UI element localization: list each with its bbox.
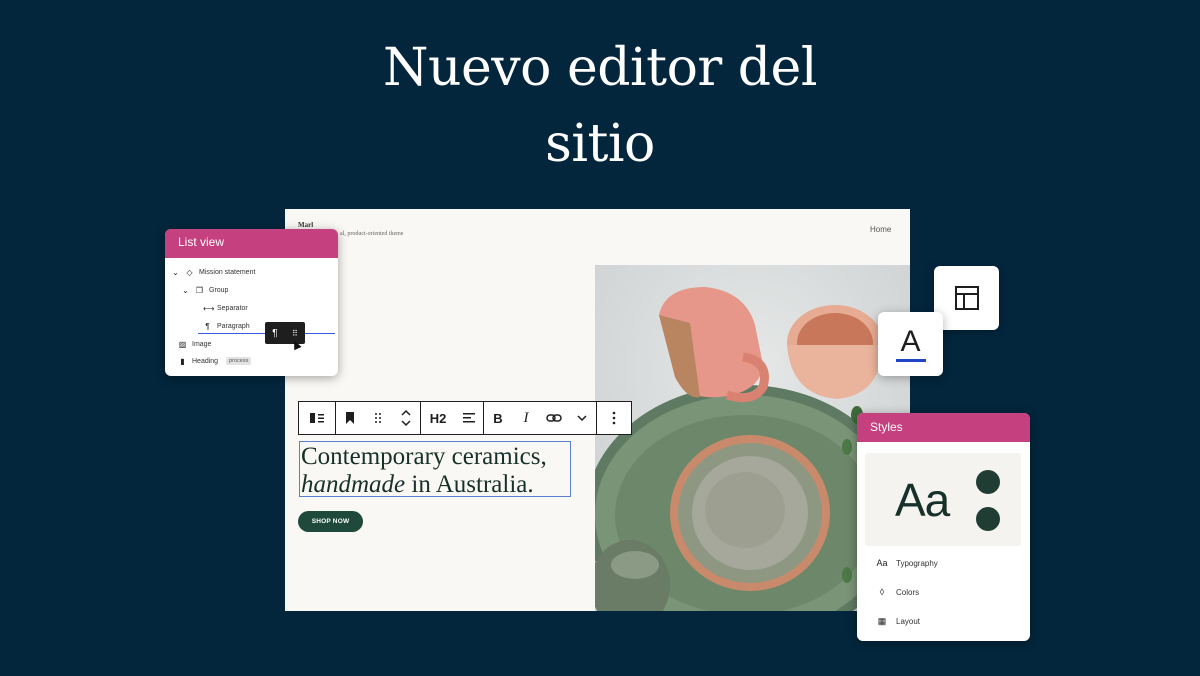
italic-button[interactable]: I — [512, 402, 540, 434]
toolbar-group-block — [336, 402, 421, 434]
typography-tile[interactable]: A — [878, 312, 943, 376]
color-swatch — [976, 470, 1000, 494]
separator-icon: ⟷ — [203, 303, 215, 313]
block-toolbar: H2 B I — [298, 401, 632, 435]
move-up-down-icon[interactable] — [392, 402, 420, 434]
bookmark-icon[interactable] — [336, 402, 364, 434]
list-item[interactable]: ▮ Heading process — [178, 355, 252, 367]
toolbar-group-parent — [299, 402, 336, 434]
color-swatch — [976, 507, 1000, 531]
styles-item-label: Layout — [896, 617, 921, 626]
chevron-down-icon[interactable]: ⌄ — [181, 286, 190, 295]
layout-icon — [954, 286, 979, 310]
options-kebab-icon[interactable] — [597, 402, 631, 434]
list-item-label: Separator — [217, 304, 248, 312]
hero-line-2: handmade in Australia. — [301, 471, 570, 499]
hero-line-2-rest: in Australia. — [405, 471, 534, 498]
list-item-label: Heading — [192, 357, 219, 365]
image-icon: ▨ — [178, 339, 187, 349]
preview-text: Aa — [895, 474, 950, 526]
headline-line-1: Nuevo editor del — [383, 38, 817, 98]
styles-item-colors[interactable]: ◊ Colors — [876, 587, 919, 597]
hero-italic-word: handmade — [301, 471, 406, 498]
styles-title: Styles — [857, 413, 1030, 442]
typography-letter: A — [900, 324, 921, 358]
more-formats-chevron-icon[interactable] — [568, 402, 596, 434]
link-icon[interactable] — [540, 402, 568, 434]
site-tagline: al, product-oriented theme — [340, 231, 404, 237]
style-preview[interactable]: Aa — [865, 453, 1021, 546]
styles-item-label: Typography — [896, 558, 938, 568]
select-parent-icon[interactable] — [299, 402, 335, 434]
bookmark-icon: ▮ — [180, 356, 185, 366]
list-item[interactable]: ▨ Image — [178, 338, 212, 350]
bold-button[interactable]: B — [484, 402, 512, 434]
headline: Nuevo editor del sitio — [0, 30, 1200, 182]
styles-item-layout[interactable]: ▦ Layout — [876, 616, 920, 627]
site-title[interactable]: Marl — [298, 221, 313, 229]
list-item-badge: process — [226, 357, 252, 365]
droplet-icon: ◊ — [879, 587, 885, 597]
toolbar-group-options — [597, 402, 631, 434]
heading-level-button[interactable]: H2 — [421, 402, 455, 434]
eye-icon: ◇ — [186, 267, 193, 277]
drag-handle-icon: ⠿ — [291, 328, 298, 338]
list-item-label: Mission statement — [199, 268, 256, 276]
list-view-panel: List view — [165, 229, 338, 376]
styles-item-label: Colors — [896, 587, 920, 597]
hero-line-1: Contemporary ceramics, — [301, 443, 547, 470]
styles-panel: Styles Aa Aa Typography ◊ Colors ▦ Layou… — [857, 413, 1030, 641]
toolbar-group-heading: H2 — [421, 402, 484, 434]
align-icon[interactable] — [455, 402, 483, 434]
list-item[interactable]: ⟷ Separator — [203, 302, 248, 314]
layout-tile[interactable] — [934, 266, 999, 330]
hero-heading[interactable]: Contemporary ceramics, handmade in Austr… — [299, 441, 571, 499]
paragraph-icon: ¶ — [272, 327, 278, 339]
list-item-label: Paragraph — [217, 322, 250, 330]
drag-handle-icon[interactable] — [364, 402, 392, 434]
headline-line-2: sitio — [545, 114, 655, 174]
layout-icon: ▦ — [877, 616, 887, 626]
toolbar-group-format: B I — [484, 402, 597, 434]
styles-item-typography[interactable]: Aa Typography — [876, 558, 938, 568]
chevron-down-icon[interactable]: ⌄ — [171, 268, 180, 277]
list-item[interactable]: ⌄ ◇ Mission statement — [171, 266, 255, 278]
nav-home-link[interactable]: Home — [870, 225, 891, 234]
list-item[interactable]: ⌄ ❐ Group — [181, 284, 228, 296]
paragraph-icon: ¶ — [205, 321, 210, 331]
list-item[interactable]: ¶ Paragraph — [203, 320, 250, 332]
list-item-label: Image — [192, 340, 212, 348]
list-item-label: Group — [209, 286, 229, 294]
text-color-underline — [895, 358, 926, 362]
typography-icon: Aa — [876, 558, 888, 568]
group-icon: ❐ — [195, 285, 204, 295]
list-view-title: List view — [165, 229, 338, 258]
shop-now-button[interactable]: SHOP NOW — [298, 511, 363, 532]
